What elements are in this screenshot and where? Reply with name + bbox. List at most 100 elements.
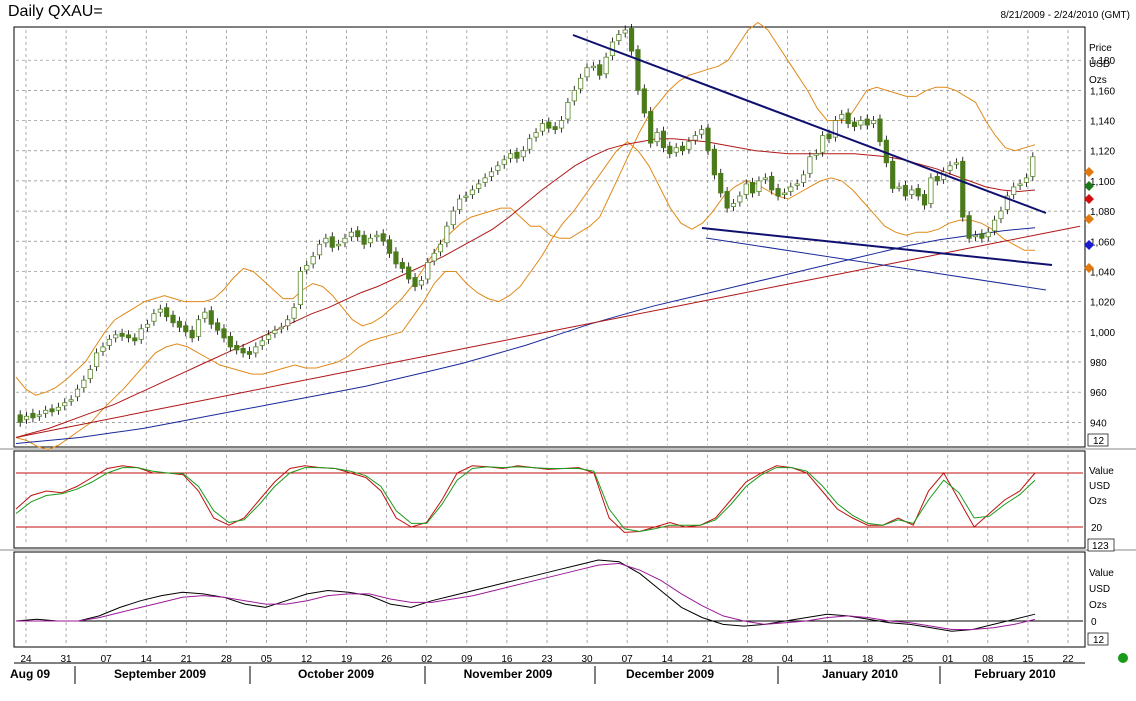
chart-root: Daily QXAU= 8/21/2009 - 2/24/2010 (GMT) …: [0, 0, 1136, 701]
candle-up: [113, 334, 119, 339]
candle-down: [119, 332, 125, 337]
candle-up: [807, 156, 813, 174]
candle-down: [750, 182, 756, 194]
candle-up: [813, 153, 819, 156]
candle-up: [81, 379, 87, 389]
candle-up: [272, 329, 278, 334]
candle-up: [23, 415, 30, 420]
candle-up: [800, 174, 807, 183]
candle-up: [909, 189, 915, 195]
stoch-d-line: [15, 466, 1036, 533]
candle-up: [100, 346, 106, 352]
x-tick-label: 24: [20, 654, 32, 665]
x-tick-label: 23: [541, 654, 553, 665]
candle-up: [565, 102, 571, 120]
candle-down: [851, 121, 858, 127]
candle-up: [622, 29, 628, 34]
macd-unit-label: Ozs: [1089, 600, 1107, 611]
candle-down: [49, 408, 55, 413]
x-month-label: Aug 09: [10, 667, 50, 681]
price-panel: [13, 26, 1086, 448]
candle-down: [711, 148, 717, 176]
x-tick-label: 16: [501, 654, 513, 665]
stoch-unit-label: Value: [1089, 466, 1114, 477]
candle-up: [839, 114, 845, 120]
candle-up: [469, 189, 475, 195]
candle-up: [62, 402, 68, 407]
candle-down: [635, 49, 641, 91]
x-tick-label: 31: [61, 654, 73, 665]
x-tick-label: 07: [622, 654, 634, 665]
candle-up: [762, 177, 768, 180]
candle-down: [132, 337, 138, 342]
candle-down: [890, 160, 896, 189]
candle-down: [660, 130, 667, 149]
candle-up: [374, 234, 380, 238]
candle-up: [699, 129, 705, 135]
candle-up: [437, 243, 444, 253]
candle-down: [329, 236, 335, 248]
candle-down: [386, 239, 393, 254]
candle-up: [1011, 186, 1017, 195]
x-tick-label: 05: [261, 654, 273, 665]
x-month-label: February 2010: [974, 667, 1056, 681]
candle-down: [546, 121, 552, 129]
x-tick-label: 28: [221, 654, 233, 665]
price-tick-label: 1,080: [1090, 207, 1115, 218]
candle-up: [673, 147, 679, 153]
candle-down: [960, 160, 966, 218]
candle-down: [399, 261, 405, 269]
candle-up: [520, 150, 526, 158]
x-tick-label: 30: [582, 654, 594, 665]
candle-down: [183, 325, 189, 333]
candle-down: [176, 320, 182, 328]
macd-signal-line: [16, 562, 1036, 630]
x-tick-label: 02: [421, 654, 433, 665]
candle-down: [361, 234, 367, 245]
candle-up: [68, 399, 74, 402]
trendline-lower: [701, 227, 1053, 266]
x-tick-label: 28: [742, 654, 754, 665]
candle-up: [43, 409, 49, 414]
ma-red-long: [15, 225, 1081, 438]
candle-down: [597, 64, 603, 76]
candle-up: [342, 237, 348, 244]
x-month-label: October 2009: [298, 667, 374, 681]
candle-up: [501, 159, 507, 165]
candle-up: [431, 252, 437, 262]
price-tick-label: 1,040: [1090, 267, 1115, 278]
candle-down: [775, 188, 781, 197]
candle-up: [603, 56, 609, 75]
candle-down: [208, 310, 214, 325]
x-tick-label: 14: [662, 654, 674, 665]
candle-up: [539, 123, 546, 132]
candle-up: [590, 65, 596, 69]
x-tick-label: 04: [782, 654, 794, 665]
candle-up: [278, 326, 284, 330]
candle-up: [202, 311, 208, 319]
x-month-label: December 2009: [626, 667, 714, 681]
macd-tick-label: 0: [1091, 617, 1097, 628]
candle-down: [629, 28, 635, 52]
candle-down: [221, 328, 227, 339]
candle-down: [30, 412, 36, 419]
candle-up: [297, 271, 303, 306]
x-tick-label: 26: [381, 654, 393, 665]
candle-up: [730, 203, 737, 207]
price-tick-label: 980: [1090, 358, 1107, 369]
candle-up: [743, 183, 749, 195]
candle-up: [36, 414, 42, 417]
candle-up: [55, 406, 61, 411]
candle-up: [578, 77, 584, 90]
candle-down: [864, 118, 870, 126]
stoch-k-line: [15, 465, 1036, 533]
candle-up: [781, 192, 788, 195]
x-tick-label: 09: [461, 654, 473, 665]
candle-up: [507, 153, 514, 159]
candle-down: [514, 151, 520, 159]
x-tick-label: 21: [181, 654, 193, 665]
candle-up: [310, 255, 316, 265]
status-dot-icon: [1118, 653, 1128, 663]
price-tick-label: 940: [1090, 418, 1107, 429]
candle-down: [718, 172, 724, 194]
